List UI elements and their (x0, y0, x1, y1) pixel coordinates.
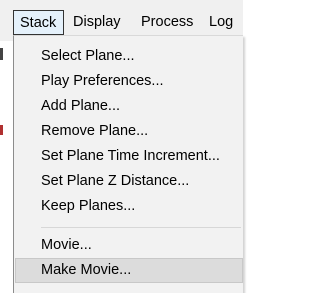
application-window: Stack Display Process Log Select Plane..… (0, 0, 243, 293)
menu-item-remove-plane[interactable]: Remove Plane... (15, 119, 243, 144)
menu-process[interactable]: Process (141, 13, 193, 31)
menu-item-set-plane-z-distance[interactable]: Set Plane Z Distance... (15, 169, 243, 194)
menu-item-make-movie[interactable]: Make Movie... (15, 258, 243, 283)
background-window-edge (0, 125, 3, 135)
menu-item-movie[interactable]: Movie... (15, 233, 243, 258)
menu-stack[interactable]: Stack (13, 10, 64, 35)
menu-item-set-plane-time-increment[interactable]: Set Plane Time Increment... (15, 144, 243, 169)
background-window-edge (0, 48, 3, 60)
menu-log[interactable]: Log (209, 13, 233, 31)
menu-separator (41, 227, 241, 228)
menu-display[interactable]: Display (73, 13, 121, 31)
menu-item-add-plane[interactable]: Add Plane... (15, 94, 243, 119)
menu-item-select-plane[interactable]: Select Plane... (15, 44, 243, 69)
menu-item-keep-planes[interactable]: Keep Planes... (15, 194, 243, 219)
menu-item-play-preferences[interactable]: Play Preferences... (15, 69, 243, 94)
stack-dropdown-menu: Select Plane... Play Preferences... Add … (13, 35, 243, 293)
